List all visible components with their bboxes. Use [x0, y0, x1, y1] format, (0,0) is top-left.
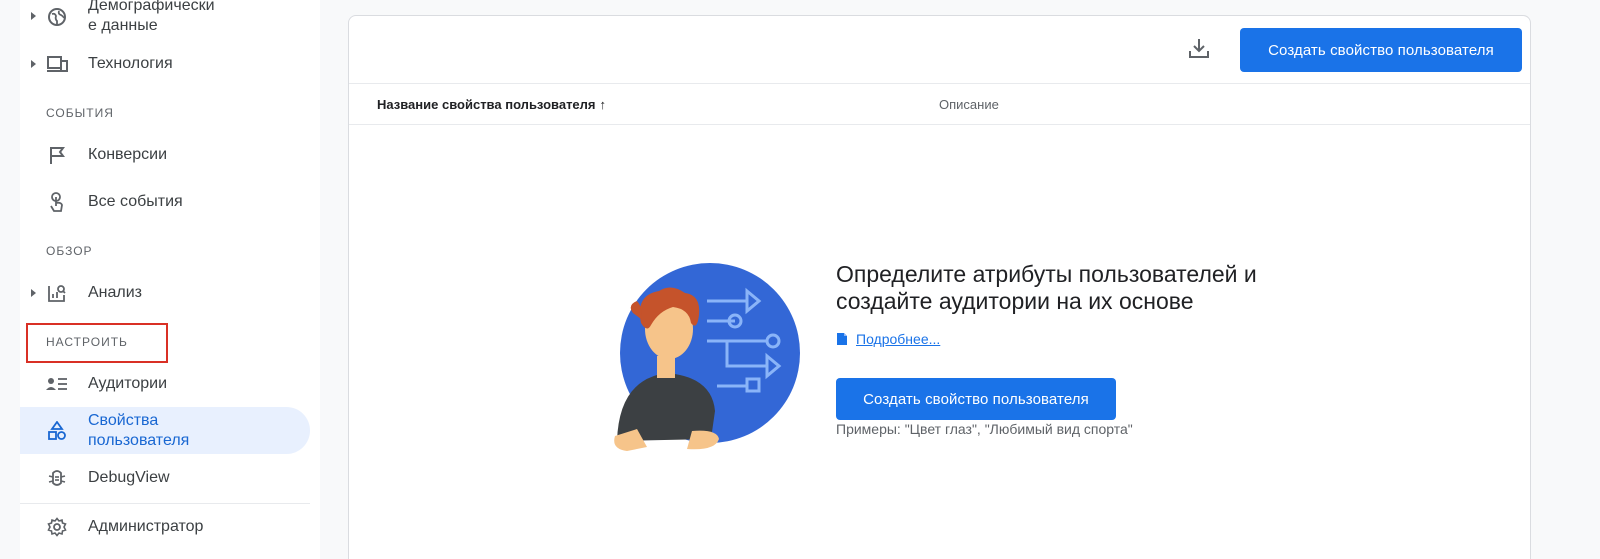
analysis-icon	[46, 282, 68, 304]
expand-caret-icon[interactable]	[31, 289, 36, 297]
sidebar-item-demographics[interactable]: Демографически е данные	[20, 0, 310, 36]
sidebar-item-label-cont: пользователя	[88, 432, 190, 449]
empty-state-content: Определите атрибуты пользователей и созд…	[836, 261, 1356, 437]
sidebar-item-label: Демографически	[88, 0, 215, 14]
learn-more-link[interactable]: Подробнее...	[836, 331, 940, 347]
flag-icon	[46, 144, 68, 166]
devices-icon	[46, 53, 68, 75]
card-toolbar: Создать свойство пользователя	[349, 16, 1530, 83]
sidebar-item-label-cont: е данные	[88, 17, 158, 34]
user-properties-card: Создать свойство пользователя Название с…	[348, 15, 1531, 559]
table-header: Название свойства пользователя ↑ Описание	[349, 83, 1530, 125]
globe-icon	[46, 6, 68, 28]
sidebar-nav: Демографически е данные Технология СОБЫТ…	[20, 0, 320, 559]
sidebar-item-conversions[interactable]: Конверсии	[20, 141, 310, 169]
sidebar-item-user-properties[interactable]: Свойства пользователя	[20, 407, 310, 454]
sidebar-divider	[20, 503, 310, 504]
sidebar-item-analysis[interactable]: Анализ	[20, 279, 310, 307]
empty-state-title: Определите атрибуты пользователей и созд…	[836, 261, 1356, 315]
sidebar-item-all-events[interactable]: Все события	[20, 188, 310, 216]
create-user-property-button[interactable]: Создать свойство пользователя	[1240, 28, 1522, 72]
document-icon	[836, 332, 848, 346]
sidebar-item-label: Анализ	[88, 284, 143, 301]
learn-more-text: Подробнее...	[856, 331, 941, 347]
examples-hint: Примеры: "Цвет глаз", "Любимый вид спорт…	[836, 421, 1133, 437]
column-header-description[interactable]: Описание	[939, 97, 999, 112]
expand-caret-icon[interactable]	[31, 60, 36, 68]
touch-icon	[46, 191, 68, 213]
sidebar-item-audiences[interactable]: Аудитории	[20, 370, 310, 398]
audiences-icon	[46, 373, 68, 395]
section-heading-configure: НАСТРОИТЬ	[46, 335, 128, 349]
bug-icon	[46, 467, 68, 489]
sidebar-item-label: Администратор	[88, 518, 204, 535]
section-heading-explore: ОБЗОР	[46, 244, 93, 258]
sidebar-item-admin[interactable]: Администратор	[20, 513, 310, 541]
sidebar-item-label: DebugView	[88, 469, 170, 486]
sidebar-item-label: Конверсии	[88, 146, 168, 163]
section-heading-events: СОБЫТИЯ	[46, 106, 114, 120]
sidebar-item-debugview[interactable]: DebugView	[20, 464, 310, 492]
download-button[interactable]	[1185, 36, 1213, 64]
create-user-property-button-main[interactable]: Создать свойство пользователя	[836, 378, 1116, 420]
empty-state-illustration	[607, 261, 807, 461]
sort-ascending-icon: ↑	[599, 97, 607, 112]
shapes-icon	[46, 420, 68, 442]
column-header-name-label: Название свойства пользователя	[377, 97, 596, 112]
sidebar-item-label: Все события	[88, 193, 183, 210]
download-icon	[1187, 36, 1211, 65]
empty-state-title-line2: создайте аудитории на их основе	[836, 288, 1194, 314]
sidebar-item-technology[interactable]: Технология	[20, 50, 310, 78]
sidebar-item-label: Аудитории	[88, 375, 168, 392]
sidebar-item-label: Технология	[88, 55, 173, 72]
expand-caret-icon[interactable]	[31, 12, 36, 20]
column-header-name[interactable]: Название свойства пользователя ↑	[377, 97, 606, 112]
sidebar-item-label: Свойства	[88, 412, 159, 429]
empty-state-title-line1: Определите атрибуты пользователей и	[836, 261, 1257, 287]
gear-icon	[46, 516, 68, 538]
